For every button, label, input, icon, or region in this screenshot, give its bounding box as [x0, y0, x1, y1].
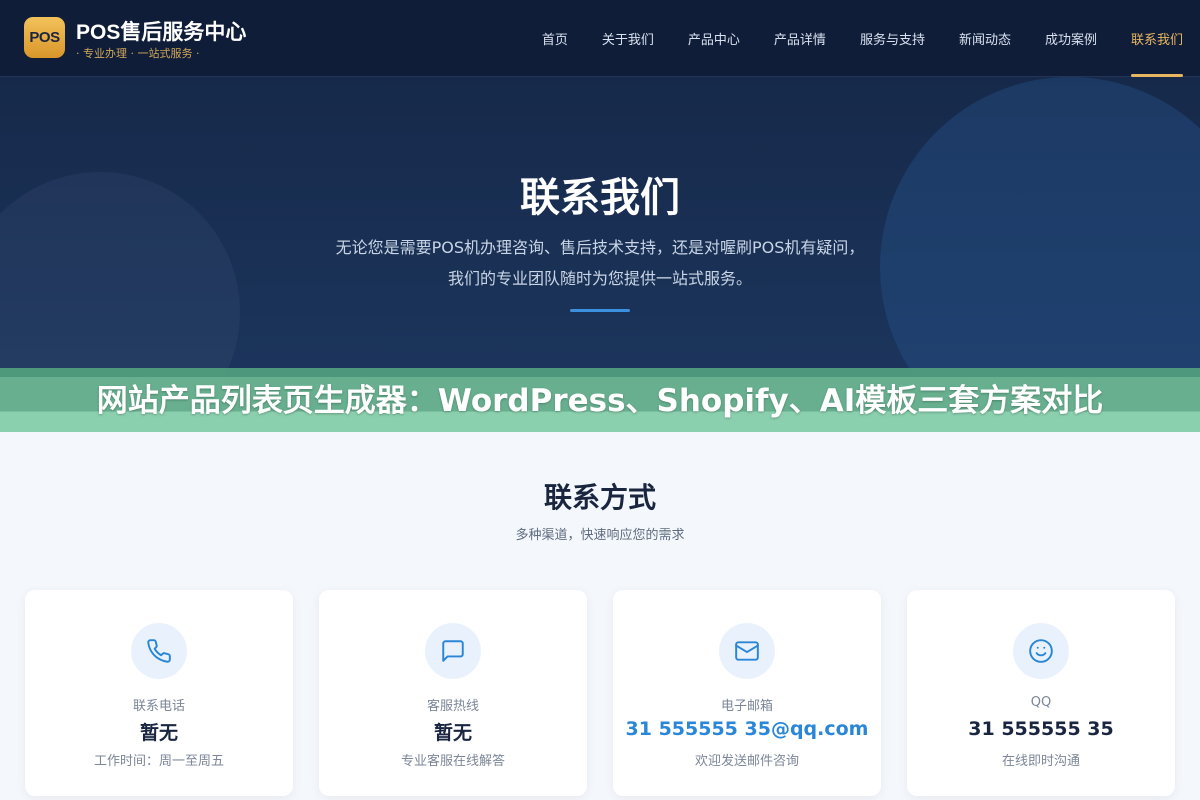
nav-item-news[interactable]: 新闻动态: [942, 0, 1028, 77]
nav-item-home[interactable]: 首页: [525, 0, 585, 77]
email-link[interactable]: 31 555555 35@qq.com: [613, 718, 881, 740]
hero-description-line1: 无论您是需要POS机办理咨询、售后技术支持，还是对喔刷POS机有疑问，: [335, 238, 865, 257]
card-label: 客服热线: [426, 699, 479, 714]
card-value: 31 555555 35: [968, 718, 1114, 740]
contact-card-hotline[interactable]: 客服热线 暂无 专业客服在线解答: [319, 590, 587, 796]
contact-card-phone[interactable]: 联系电话 暂无 工作时间：周一至周五: [25, 590, 293, 796]
smile-icon: [1013, 623, 1069, 679]
hero-divider: [570, 309, 630, 312]
main-nav: 首页 关于我们 产品中心 产品详情 服务与支持 新闻动态 成功案例 联系我们: [525, 0, 1200, 77]
site-title[interactable]: POS售后服务中心: [76, 16, 246, 46]
contact-card-qq[interactable]: QQ 31 555555 35 在线即时沟通: [907, 590, 1175, 796]
phone-icon: [131, 623, 187, 679]
overlay-banner: 网站产品列表页生成器：WordPress、Shopify、AI模板三套方案对比: [0, 368, 1200, 432]
card-note: 专业客服在线解答: [400, 754, 505, 769]
site-subtitle: · 专业办理 · 一站式服务 ·: [76, 47, 200, 60]
card-value: 暂无: [433, 722, 472, 744]
card-value: 暂无: [139, 722, 178, 744]
nav-item-about[interactable]: 关于我们: [585, 0, 671, 77]
card-note: 工作时间：周一至周五: [93, 754, 224, 769]
hero-description: 无论您是需要POS机办理咨询、售后技术支持，还是对喔刷POS机有疑问， 我们的专…: [300, 232, 900, 294]
contact-cards: 联系电话 暂无 工作时间：周一至周五 客服热线 暂无 专业客服在线解答 电子邮箱…: [25, 590, 1175, 800]
hero-section: 联系我们 无论您是需要POS机办理咨询、售后技术支持，还是对喔刷POS机有疑问，…: [0, 77, 1200, 377]
card-label: 电子邮箱: [720, 699, 773, 714]
hero-description-line2: 我们的专业团队随时为您提供一站式服务。: [447, 269, 752, 288]
hero-title: 联系我们: [520, 175, 680, 221]
banner-text: 网站产品列表页生成器：WordPress、Shopify、AI模板三套方案对比: [96, 382, 1104, 419]
nav-item-service-support[interactable]: 服务与支持: [843, 0, 942, 77]
contact-section-title: 联系方式: [543, 481, 656, 514]
chat-icon: [425, 623, 481, 679]
nav-item-products[interactable]: 产品中心: [671, 0, 757, 77]
nav-item-product-detail[interactable]: 产品详情: [757, 0, 843, 77]
site-header: POS POS售后服务中心 · 专业办理 · 一站式服务 · 首页 关于我们 产…: [0, 0, 1200, 77]
card-note: 欢迎发送邮件咨询: [694, 754, 799, 769]
nav-item-contact[interactable]: 联系我们: [1114, 0, 1200, 77]
nav-item-cases[interactable]: 成功案例: [1028, 0, 1114, 77]
contact-card-email[interactable]: 电子邮箱 31 555555 35@qq.com 欢迎发送邮件咨询: [613, 590, 881, 796]
contact-section-subtitle: 多种渠道，快速响应您的需求: [515, 528, 685, 543]
card-note: 在线即时沟通: [1001, 754, 1080, 769]
mail-icon: [719, 623, 775, 679]
hero-decor-circle-right: [880, 77, 1200, 377]
card-label: QQ: [1030, 695, 1052, 710]
card-label: 联系电话: [132, 699, 185, 714]
logo-badge[interactable]: POS: [24, 17, 65, 58]
